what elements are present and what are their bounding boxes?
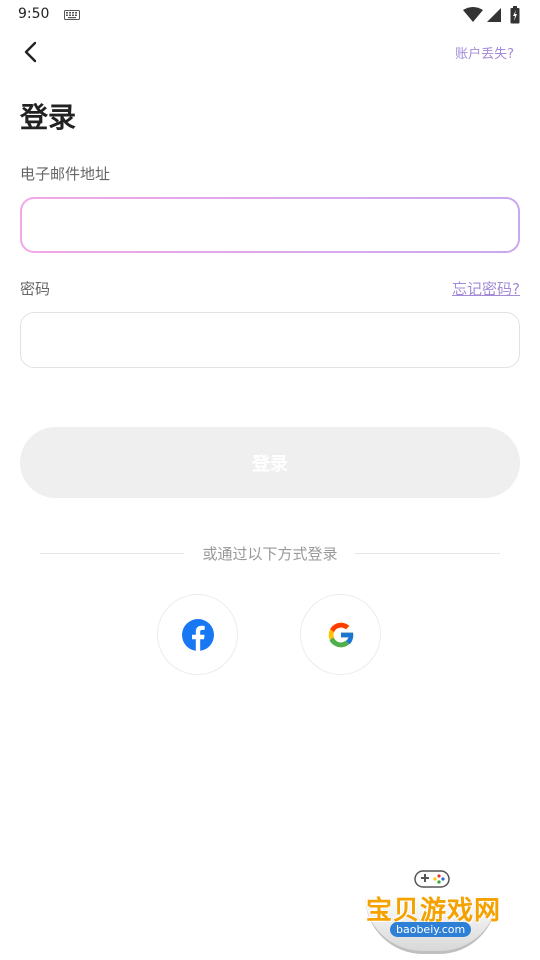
email-label: 电子邮件地址 (20, 165, 111, 183)
divider-right (355, 553, 500, 554)
email-field[interactable] (20, 197, 520, 253)
battery-icon (510, 6, 520, 24)
google-icon (328, 622, 354, 647)
wifi-icon (463, 7, 483, 22)
signal-icon (487, 8, 501, 22)
watermark-url: baobeiy.com (390, 922, 472, 937)
back-button[interactable] (18, 38, 46, 66)
forgot-password-link[interactable]: 忘记密码? (452, 278, 520, 299)
google-login-button[interactable] (300, 594, 381, 675)
login-button[interactable]: 登录 (20, 427, 520, 498)
status-time: 9:50 (18, 6, 50, 22)
password-field[interactable] (20, 312, 520, 368)
watermark-logo: 宝贝游戏网 baobeiy.com (360, 860, 510, 956)
status-bar: 9:50 (0, 0, 540, 30)
facebook-icon (181, 618, 214, 651)
gamepad-icon (414, 870, 450, 888)
lost-account-link[interactable]: 账户丢失? (455, 43, 514, 62)
password-label: 密码 (20, 280, 51, 298)
keyboard-icon (64, 10, 80, 20)
page-title: 登录 (20, 101, 77, 134)
chevron-left-icon (24, 41, 37, 63)
facebook-login-button[interactable] (157, 594, 238, 675)
